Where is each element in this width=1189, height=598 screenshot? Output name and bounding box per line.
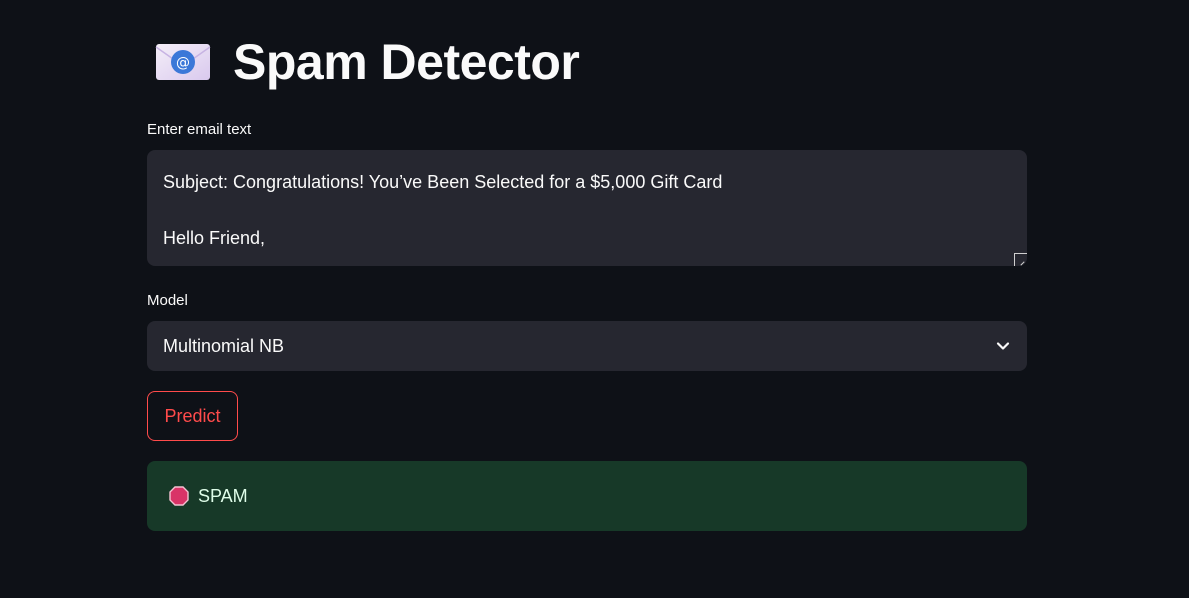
app-page: @ Spam Detector Enter email text Subject…	[0, 0, 1189, 598]
chevron-down-icon[interactable]	[995, 338, 1011, 354]
email-envelope-icon: @	[155, 42, 211, 82]
textarea-line: Hello Friend,	[163, 228, 266, 248]
email-text-label: Enter email text	[147, 121, 252, 138]
textarea-line: Subject: Congratulations! You’ve Been Se…	[163, 172, 723, 192]
model-label: Model	[147, 292, 188, 309]
textarea-line	[163, 196, 1011, 224]
result-alert: SPAM	[147, 461, 1027, 531]
page-title: Spam Detector	[233, 34, 580, 90]
model-select[interactable]: Multinomial NB	[147, 321, 1027, 371]
result-label: SPAM	[198, 485, 248, 506]
title-row: @ Spam Detector	[155, 32, 580, 92]
model-select-value: Multinomial NB	[163, 335, 285, 356]
svg-text:@: @	[176, 55, 190, 71]
stop-sign-icon	[169, 486, 189, 506]
resize-handle[interactable]	[1014, 253, 1027, 266]
email-textarea[interactable]: Subject: Congratulations! You’ve Been Se…	[147, 150, 1027, 266]
predict-button[interactable]: Predict	[147, 391, 238, 441]
